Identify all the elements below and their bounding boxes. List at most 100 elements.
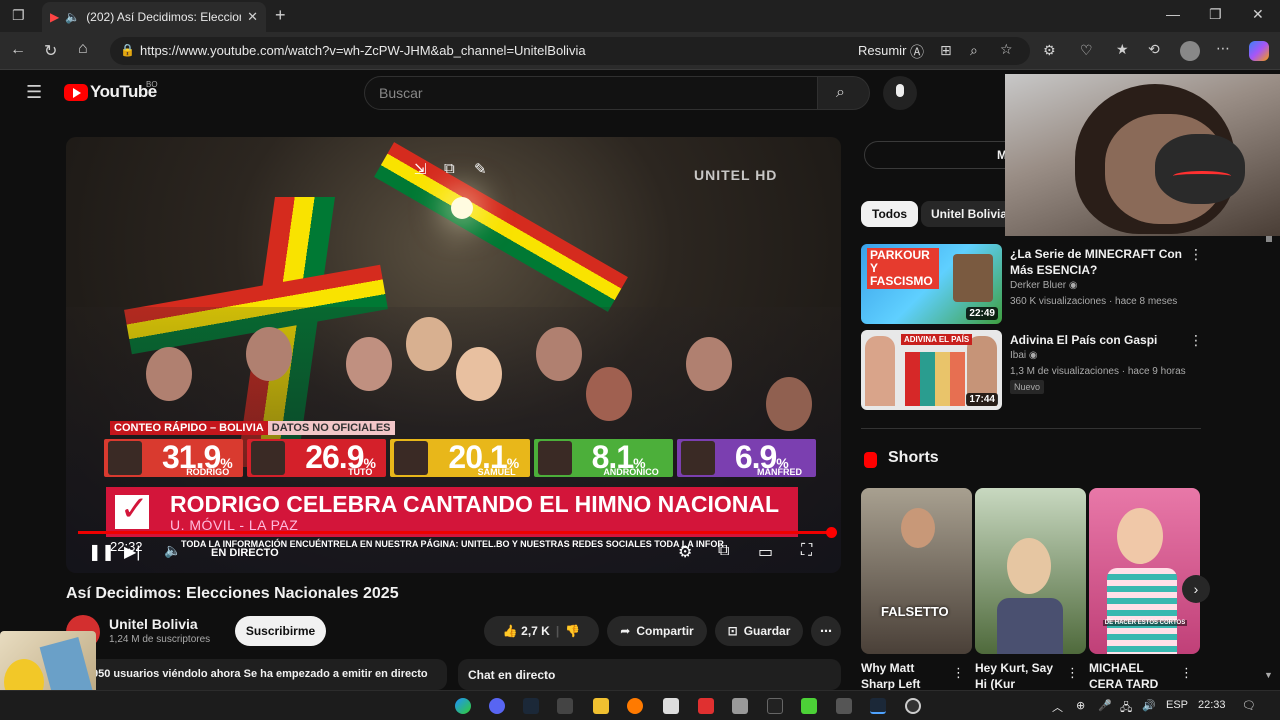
edge-icon[interactable] <box>455 698 471 714</box>
close-window-icon[interactable]: ✕ <box>1252 6 1264 23</box>
video-thumbnail[interactable]: PARKOUR Y FASCISMO 22:49 <box>861 244 1002 324</box>
steam-active-icon[interactable] <box>870 698 886 714</box>
notifications-icon[interactable]: 🗨 <box>1242 699 1256 712</box>
favorite-star-icon[interactable]: ☆ <box>1000 41 1013 58</box>
more-options-icon[interactable]: ⋮ <box>1066 665 1079 681</box>
more-menu-icon[interactable]: ⋯ <box>1216 40 1230 57</box>
scrubber-handle[interactable] <box>826 527 837 538</box>
history-icon[interactable]: ⟲ <box>1148 41 1160 58</box>
home-icon[interactable]: ⌂ <box>78 40 88 58</box>
search-input[interactable]: Buscar <box>364 76 818 110</box>
short-title[interactable]: Why Matt Sharp Left <box>861 660 951 690</box>
pause-icon[interactable]: ❚❚ <box>88 542 115 562</box>
more-options-icon[interactable]: ⋮ <box>1189 332 1203 349</box>
more-actions-button[interactable]: ⋯ <box>811 616 841 646</box>
more-options-icon[interactable]: ⋮ <box>952 665 965 681</box>
subscribe-button[interactable]: Suscribirme <box>235 616 326 646</box>
browser-app-icon[interactable] <box>627 698 643 714</box>
back-icon[interactable]: ← <box>10 41 26 59</box>
hamburger-menu-icon[interactable]: ☰ <box>26 82 42 103</box>
miniplayer-icon[interactable]: ⧉ <box>444 160 455 177</box>
volume-icon[interactable]: 🔈 <box>164 542 181 559</box>
chevron-right-icon: › <box>1193 581 1199 597</box>
video-title[interactable]: Adivina El País con Gaspi <box>1010 332 1185 348</box>
speaker-icon[interactable]: 🔈 <box>65 10 80 24</box>
url-text[interactable]: https://www.youtube.com/watch?v=wh-ZcPW-… <box>140 43 586 58</box>
channel-name[interactable]: Ibai ◉ <box>1010 350 1038 361</box>
thumbs-down-icon[interactable]: 👎 <box>565 624 580 638</box>
short-thumbnail[interactable]: FALSETTO <box>861 488 972 654</box>
save-button[interactable]: ⊡ Guardar <box>715 616 803 646</box>
video-title[interactable]: ¿La Serie de MINECRAFT Con Más ESENCIA? <box>1010 246 1185 278</box>
capcut-icon[interactable] <box>767 698 783 714</box>
lock-icon[interactable]: 🔒 <box>120 43 135 57</box>
browser-tab[interactable]: ▶ 🔈 (202) Así Decidimos: Elecciones Naci… <box>42 2 266 32</box>
scrollbar-down-arrow-icon[interactable]: ▼ <box>1264 670 1273 680</box>
settings-gear-icon[interactable]: ⚙ <box>678 542 692 562</box>
more-options-icon[interactable]: ⋮ <box>1189 246 1203 263</box>
viewers-summary[interactable]: 950 usuarios viéndolo ahora Se ha empeza… <box>66 659 447 690</box>
progress-bar[interactable] <box>78 531 833 534</box>
favorites-icon[interactable]: ★ <box>1116 41 1129 58</box>
red-app-icon[interactable] <box>698 698 714 714</box>
notes-app-icon[interactable] <box>663 698 679 714</box>
apps-icon[interactable]: ⊞ <box>940 42 952 59</box>
recommendation-item[interactable]: ADIVINA EL PAÍS 17:44 Adivina El País co… <box>861 330 1203 410</box>
voice-search-button[interactable] <box>883 76 917 110</box>
short-title[interactable]: Hey Kurt, Say Hi (Kur <box>975 660 1065 690</box>
address-bar[interactable]: 🔒 https://www.youtube.com/watch?v=wh-ZcP… <box>110 37 1030 65</box>
miniplayer-button-icon[interactable]: ⧉ <box>718 542 729 560</box>
chip-channel[interactable]: Unitel Bolivia <box>921 201 1018 227</box>
channel-name[interactable]: Unitel Bolivia <box>109 616 198 632</box>
shorts-next-button[interactable]: › <box>1182 575 1210 603</box>
zoom-icon[interactable]: ⌕ <box>970 42 978 59</box>
minimize-icon[interactable]: — <box>1166 6 1180 22</box>
obs-icon[interactable] <box>905 698 921 714</box>
autoplay-icon[interactable]: ⇲ <box>414 160 427 178</box>
share-button[interactable]: ➦ Compartir <box>607 616 707 646</box>
extensions-icon[interactable]: ⚙ <box>1043 42 1056 59</box>
notes-icon[interactable]: ✎ <box>474 160 487 178</box>
short-thumbnail[interactable]: DE HACER ESTOS CORTOS <box>1089 488 1200 654</box>
new-tab-icon[interactable]: + <box>275 5 286 26</box>
search-button[interactable]: ⌕ <box>818 76 870 110</box>
short-title[interactable]: MICHAEL CERA TARD <box>1089 660 1179 690</box>
file-explorer-icon[interactable] <box>593 698 609 714</box>
video-player[interactable]: UNITEL HD ⇲ ⧉ ✎ CONTEO RÁPIDO – BOLIVIA D… <box>66 137 841 573</box>
steam-icon[interactable] <box>523 698 539 714</box>
close-tab-icon[interactable]: ✕ <box>247 9 258 25</box>
tab-actions-icon[interactable]: ❐ <box>12 7 25 24</box>
read-aloud-icon[interactable]: Ⓐ <box>910 42 924 62</box>
summarize-button[interactable]: Resumir <box>858 43 906 58</box>
live-indicator[interactable]: EN DIRECTO <box>211 547 279 559</box>
short-thumbnail[interactable] <box>975 488 1086 654</box>
more-options-icon[interactable]: ⋮ <box>1180 665 1193 681</box>
like-button[interactable]: 👍 2,7 K <box>503 624 550 638</box>
epic-games-icon[interactable] <box>557 698 573 714</box>
profile-avatar[interactable] <box>1180 41 1200 61</box>
system-clock[interactable]: 22:33 <box>1198 699 1226 711</box>
browser-essentials-icon[interactable]: ♡ <box>1080 42 1093 59</box>
video-thumbnail[interactable]: ADIVINA EL PAÍS 17:44 <box>861 330 1002 410</box>
fullscreen-icon[interactable]: ⛶ <box>801 542 812 560</box>
chip-all[interactable]: Todos <box>861 201 919 227</box>
live-chat-button[interactable]: Chat en directo <box>458 659 841 690</box>
green-app-icon[interactable] <box>801 698 817 714</box>
download-app-icon[interactable] <box>836 698 852 714</box>
tray-chevron-icon[interactable]: ︿ <box>1052 699 1063 715</box>
reload-icon[interactable]: ↻ <box>44 41 57 61</box>
recommendation-item[interactable]: PARKOUR Y FASCISMO 22:49 ¿La Serie de MI… <box>861 244 1203 324</box>
scrollbar-up-arrow[interactable] <box>1266 236 1272 242</box>
copilot-icon[interactable] <box>1249 41 1269 61</box>
network-icon[interactable]: 🖧 <box>1120 699 1132 718</box>
keyboard-language[interactable]: ESP <box>1166 699 1188 711</box>
tray-app-icon[interactable]: ⊕ <box>1076 699 1085 712</box>
security-app-icon[interactable] <box>732 698 748 714</box>
tray-mic-icon[interactable]: 🎤 <box>1098 699 1112 712</box>
theater-mode-icon[interactable]: ▭ <box>758 542 773 562</box>
next-video-icon[interactable]: ▶| <box>124 542 140 562</box>
maximize-icon[interactable]: ❐ <box>1209 6 1222 23</box>
channel-name[interactable]: Derker Bluer ◉ <box>1010 280 1078 291</box>
volume-tray-icon[interactable]: 🔊 <box>1142 699 1156 712</box>
discord-icon[interactable] <box>489 698 505 714</box>
